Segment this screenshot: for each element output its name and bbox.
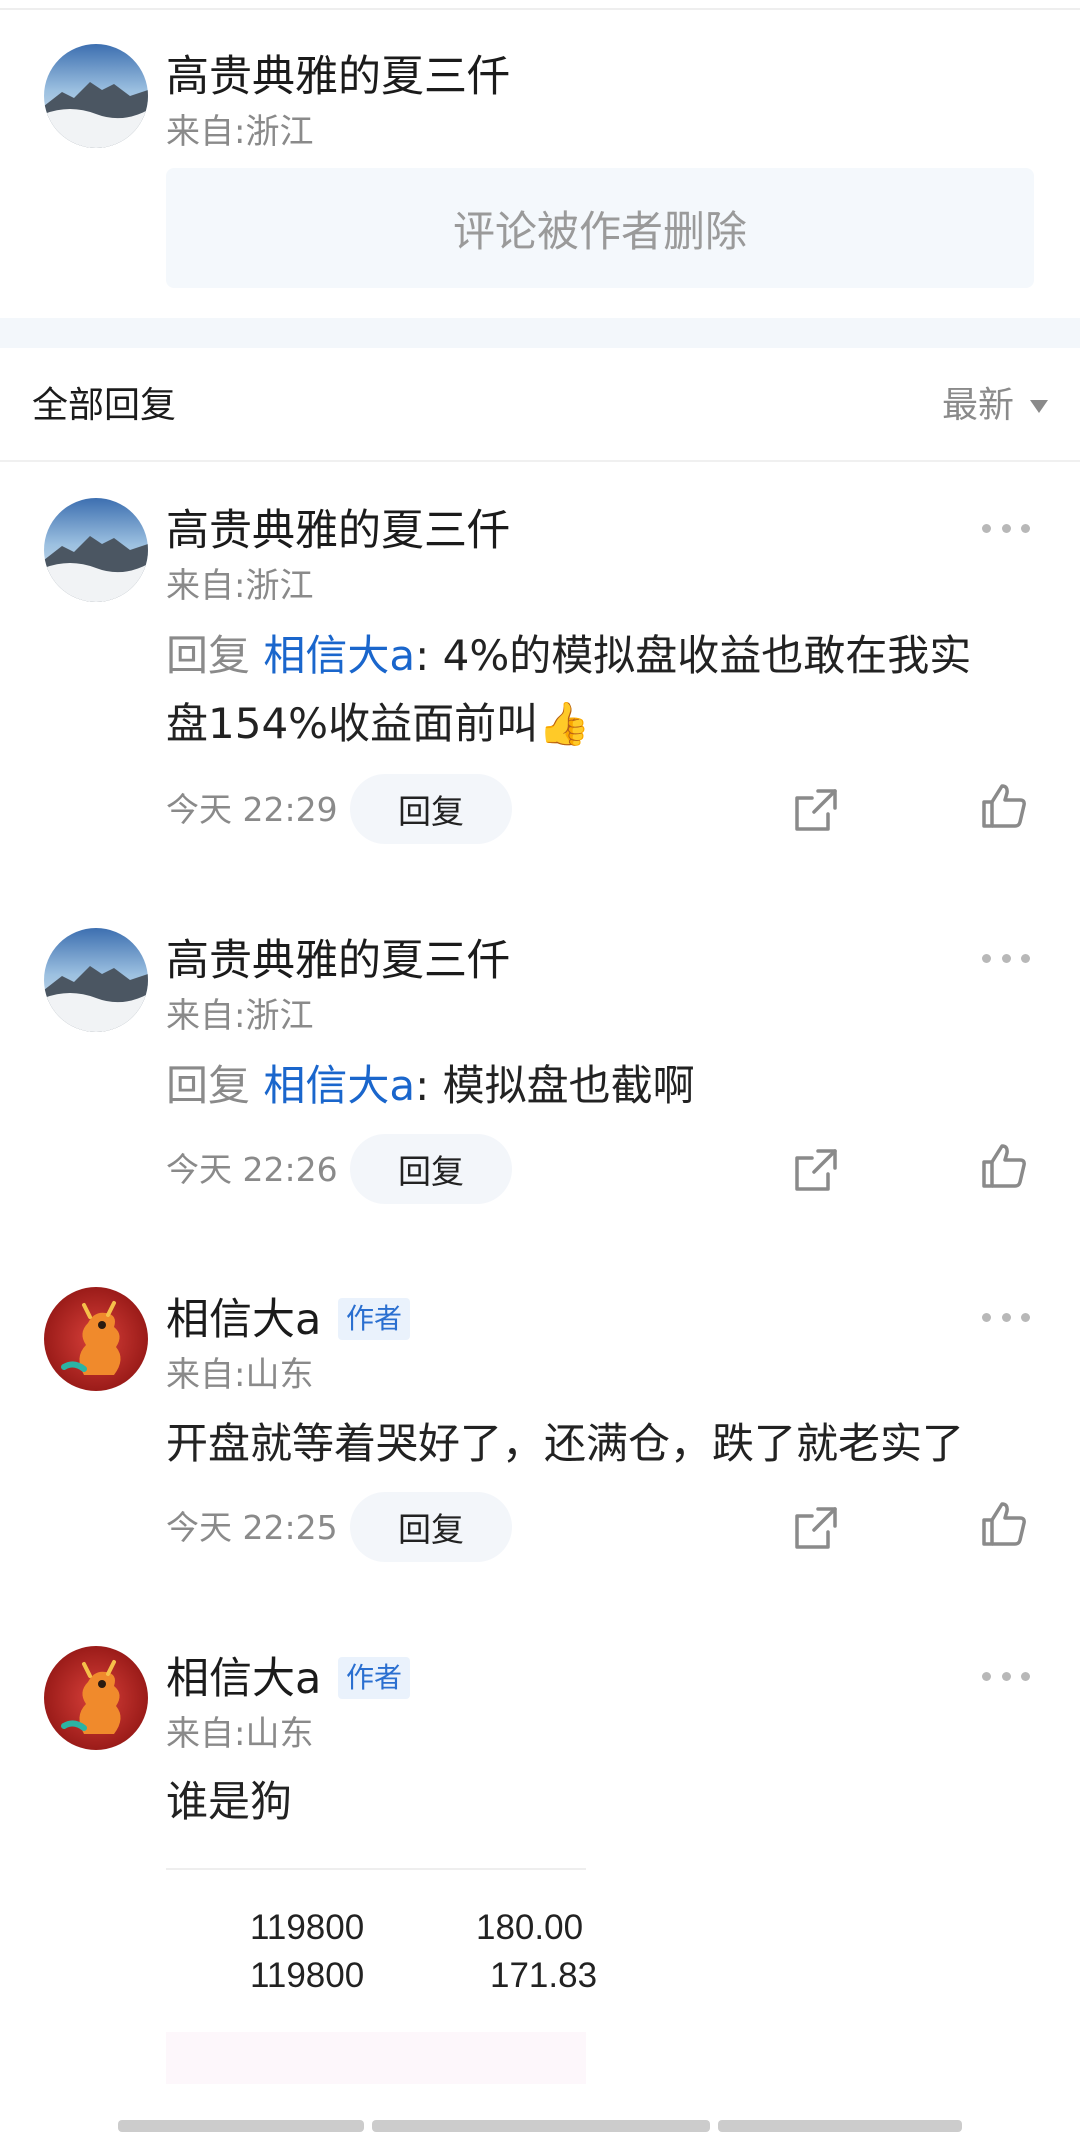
- sort-dropdown[interactable]: 最新: [942, 382, 1048, 430]
- reply-prefix: 回复: [166, 1061, 251, 1110]
- dragon-avatar-image: [44, 1287, 148, 1391]
- reply-username[interactable]: 高贵典雅的夏三仟: [166, 936, 510, 986]
- sort-label: 最新: [941, 385, 1014, 426]
- avatar[interactable]: [44, 1646, 148, 1750]
- reply-text-line1: : 模拟盘也截啊: [415, 1061, 695, 1110]
- reply-username[interactable]: 高贵典雅的夏三仟: [166, 506, 510, 556]
- deleted-comment-notice: 评论被作者删除: [166, 168, 1034, 288]
- reply-button[interactable]: 回复: [350, 1492, 512, 1562]
- reply-time: 今天 22:29: [166, 790, 338, 829]
- top-divider: [0, 0, 1080, 10]
- image-bottom-band: [166, 2032, 586, 2084]
- comment-location: 来自:浙江: [166, 112, 314, 152]
- all-replies-title: 全部回复: [32, 385, 177, 426]
- share-icon[interactable]: [792, 786, 840, 834]
- mention-link[interactable]: 相信大a: [263, 1061, 415, 1110]
- reply-username[interactable]: 相信大a: [166, 1654, 321, 1704]
- avatar[interactable]: [44, 44, 148, 148]
- mountain-avatar-image: [44, 498, 148, 602]
- reply-text-line1: 谁是狗: [166, 1777, 293, 1826]
- image-code-2: 119800: [250, 1956, 365, 1995]
- reply-text-line1: : 4%的模拟盘收益也敢在我实: [415, 631, 972, 680]
- avatar[interactable]: [44, 928, 148, 1032]
- reply-content: 回复 相信大a: 4%的模拟盘收益也敢在我实 盘154%收益面前叫👍: [166, 622, 1046, 758]
- reply-username[interactable]: 相信大a: [166, 1295, 321, 1345]
- comment-username[interactable]: 高贵典雅的夏三仟: [166, 52, 510, 102]
- reply-location: 来自:浙江: [166, 996, 314, 1036]
- image-scroll-indicator: [118, 2120, 962, 2132]
- more-dots-icon[interactable]: [982, 521, 1030, 535]
- more-dots-icon[interactable]: [982, 1310, 1030, 1324]
- mountain-avatar-image: [44, 928, 148, 1032]
- reply-location: 来自:山东: [166, 1714, 314, 1754]
- caret-down-icon: [1030, 399, 1048, 413]
- reply-button[interactable]: 回复: [350, 1134, 512, 1204]
- more-dots-icon[interactable]: [982, 951, 1030, 965]
- image-value-2: 171.83: [490, 1956, 598, 1995]
- more-dots-icon[interactable]: [982, 1669, 1030, 1683]
- image-value-1: 180.00: [476, 1908, 584, 1947]
- reply-content: 谁是狗: [166, 1768, 1046, 1836]
- scroll-segment: [118, 2120, 364, 2132]
- mountain-avatar-image: [44, 44, 148, 148]
- reply-time: 今天 22:25: [166, 1508, 338, 1547]
- reply-location: 来自:浙江: [166, 566, 314, 606]
- author-badge: 作者: [338, 1298, 411, 1340]
- mention-link[interactable]: 相信大a: [263, 631, 415, 680]
- avatar[interactable]: [44, 498, 148, 602]
- image-code-1: 119800: [250, 1908, 365, 1947]
- dragon-avatar-image: [44, 1646, 148, 1750]
- thumb-up-icon[interactable]: [980, 782, 1028, 830]
- thumb-up-icon[interactable]: [980, 1142, 1028, 1190]
- reply-text-line2: 盘154%收益面前叫👍: [166, 699, 591, 748]
- header-divider: [0, 460, 1080, 462]
- reply-prefix: 回复: [166, 631, 251, 680]
- scroll-segment: [718, 2120, 962, 2132]
- share-icon[interactable]: [792, 1504, 840, 1552]
- avatar[interactable]: [44, 1287, 148, 1391]
- author-badge: 作者: [338, 1657, 411, 1699]
- reply-text-line1: 开盘就等着哭好了，还满仓，跌了就老实了: [166, 1419, 965, 1468]
- scroll-segment: [372, 2120, 710, 2132]
- reply-content: 开盘就等着哭好了，还满仓，跌了就老实了: [166, 1410, 1046, 1478]
- reply-time: 今天 22:26: [166, 1150, 338, 1189]
- attached-image[interactable]: 119800 180.00 119800 171.83: [166, 1868, 597, 2084]
- share-icon[interactable]: [792, 1146, 840, 1194]
- thumb-up-icon[interactable]: [980, 1500, 1028, 1548]
- reply-location: 来自:山东: [166, 1355, 314, 1395]
- image-top-border: [166, 1868, 586, 1870]
- reply-button[interactable]: 回复: [350, 774, 512, 844]
- section-gap: [0, 318, 1080, 348]
- reply-content: 回复 相信大a: 模拟盘也截啊: [166, 1052, 1046, 1120]
